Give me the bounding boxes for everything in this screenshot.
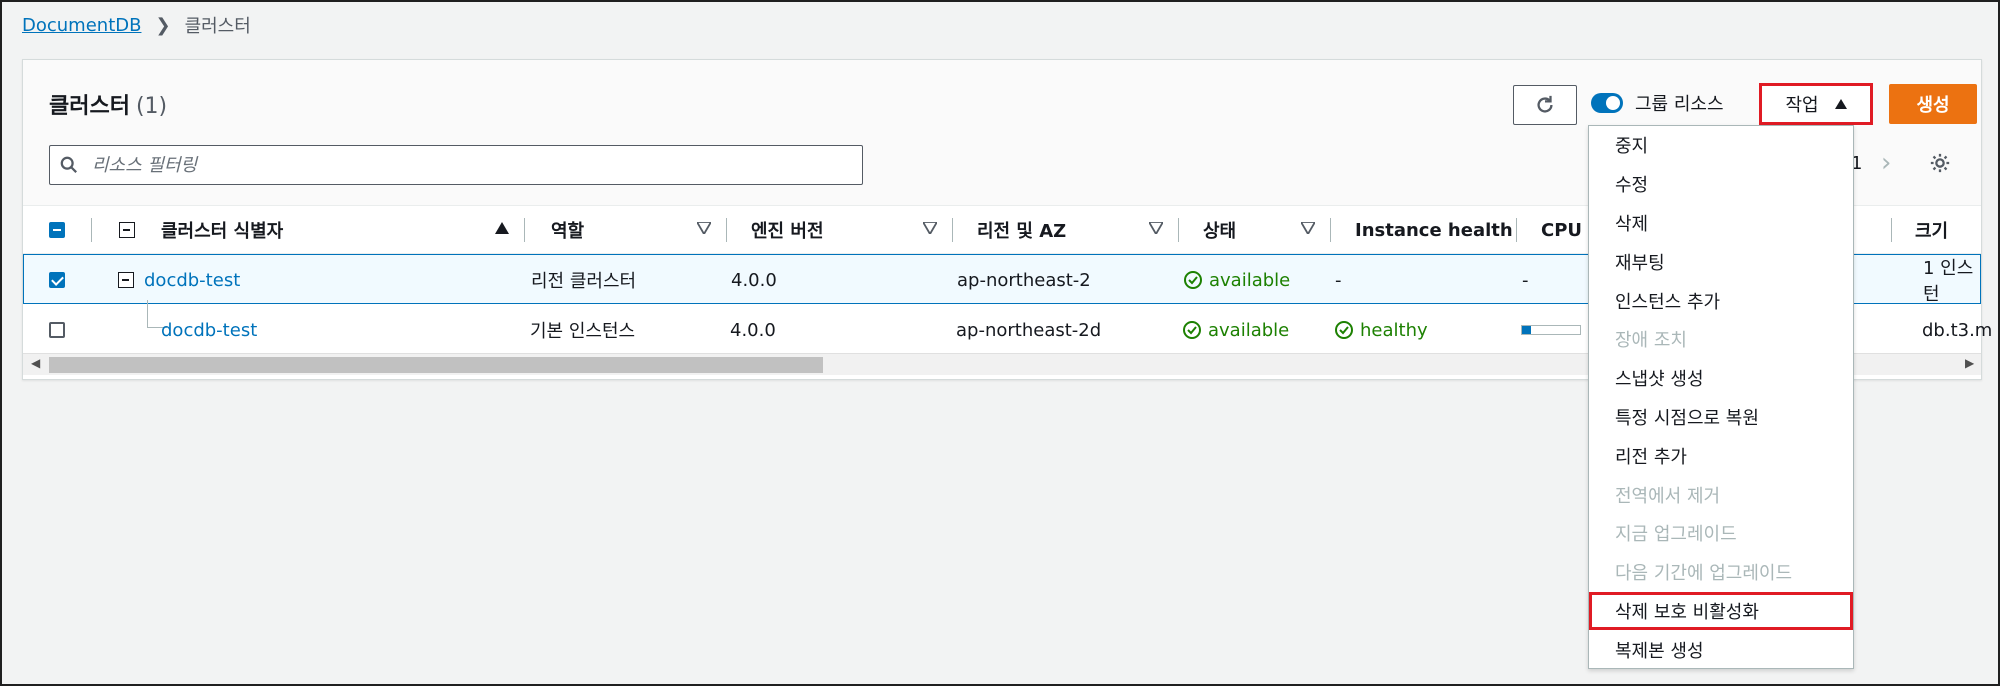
select-all-checkbox[interactable] — [49, 222, 65, 238]
title-count: (1) — [135, 94, 168, 119]
menu-item[interactable]: 리전 추가 — [1589, 436, 1853, 475]
cpu-cell: - — [1522, 269, 1529, 291]
col-engine-version[interactable]: 엔진 버전 — [727, 206, 953, 254]
status-text: available — [1208, 319, 1290, 341]
chevron-right-icon: ❯ — [155, 14, 171, 36]
actions-label: 작업 — [1785, 95, 1819, 116]
health-cell: - — [1335, 269, 1342, 291]
col-role-label: 역할 — [551, 221, 585, 242]
role-cell: 리전 클러스터 — [531, 271, 637, 292]
actions-menu: 중지 수정 삭제 재부팅 인스턴스 추가장애 조치스냅샷 생성 특정 시점으로 복원 리전 … — [1588, 125, 1854, 669]
filter-input[interactable] — [90, 153, 790, 177]
check-circle-icon — [1335, 321, 1353, 339]
col-cluster-id-label: 클러스터 식별자 — [161, 221, 284, 242]
row-select-cell — [49, 305, 65, 355]
scroll-right-icon[interactable]: ▶ — [1965, 356, 1974, 370]
status-text: available — [1209, 269, 1291, 291]
region-cell: ap-northeast-2 — [957, 269, 1091, 291]
col-divider-line — [1891, 218, 1892, 242]
instance-id-link[interactable]: docdb-test — [161, 305, 257, 355]
menu-item[interactable]: 중지 — [1589, 126, 1853, 165]
sort-icon — [697, 222, 711, 234]
col-region-label: 리전 및 AZ — [977, 221, 1067, 242]
menu-item: 다음 기간에 업그레이드 — [1615, 563, 1793, 585]
col-engine-label: 엔진 버전 — [751, 221, 824, 242]
col-health-label: Instance health — [1355, 219, 1513, 241]
sort-icon — [1301, 222, 1315, 234]
row-select-cell — [49, 255, 65, 305]
menu-item: 전역에서 제거 — [1615, 485, 1721, 507]
col-status[interactable]: 상태 — [1179, 206, 1331, 254]
cpu-cell — [1521, 305, 1581, 355]
caret-up-icon — [1834, 99, 1847, 109]
col-status-label: 상태 — [1203, 221, 1237, 242]
menu-item[interactable]: 복제본 생성 — [1589, 630, 1853, 669]
group-resources-label: 그룹 리소스 — [1635, 94, 1724, 115]
col-size[interactable]: 크기 — [1891, 206, 1983, 254]
menu-item[interactable]: 인스턴스 추가 — [1589, 281, 1853, 320]
region-cell: ap-northeast-2d — [956, 319, 1102, 341]
collapse-all-icon[interactable] — [119, 222, 135, 238]
title-text: 클러스터 — [49, 94, 130, 119]
sort-ascending-icon — [495, 222, 509, 234]
col-cluster-id[interactable]: 클러스터 식별자 — [93, 206, 525, 254]
actions-button[interactable]: 작업 — [1759, 83, 1873, 125]
row-checkbox[interactable] — [49, 272, 65, 288]
gear-icon[interactable] — [1929, 152, 1951, 174]
breadcrumb-documentdb-link[interactable]: DocumentDB — [22, 15, 141, 36]
size-cell: 1 인스턴 — [1923, 258, 1974, 305]
row-checkbox[interactable] — [49, 322, 65, 338]
size-cell: db.t3.m — [1922, 319, 1993, 341]
status-cell: available — [1183, 255, 1290, 305]
menu-item[interactable]: 삭제 — [1589, 204, 1853, 243]
sort-icon — [923, 222, 937, 234]
col-divider-line — [91, 218, 92, 242]
scroll-left-icon[interactable]: ◀ — [31, 356, 40, 370]
check-circle-icon — [1184, 271, 1202, 289]
select-all-cell — [49, 206, 89, 254]
row-expand-cell — [118, 255, 134, 305]
group-resources-toggle[interactable] — [1591, 93, 1623, 113]
group-resources-toggle-wrap: 그룹 리소스 — [1591, 90, 1724, 116]
col-role[interactable]: 역할 — [525, 206, 727, 254]
breadcrumb: DocumentDB ❯ 클러스터 — [22, 12, 251, 38]
page-title: 클러스터 (1) — [49, 88, 167, 120]
next-page-icon[interactable]: › — [1881, 148, 1891, 178]
refresh-icon — [1537, 95, 1553, 113]
health-cell: healthy — [1334, 305, 1428, 355]
menu-item: 지금 업그레이드 — [1615, 524, 1737, 546]
col-divider — [91, 206, 92, 254]
menu-item[interactable]: 수정 — [1589, 165, 1853, 204]
filter-box — [49, 145, 863, 185]
menu-item[interactable]: 스냅샷 생성 — [1589, 359, 1853, 398]
menu-item[interactable]: 특정 시점으로 복원 — [1589, 398, 1853, 437]
col-instance-health[interactable]: Instance health — [1331, 206, 1517, 254]
cpu-utilization-bar — [1521, 325, 1581, 335]
refresh-button[interactable] — [1513, 85, 1577, 125]
role-cell: 기본 인스턴스 — [530, 321, 636, 342]
engine-cell: 4.0.0 — [731, 269, 777, 291]
sort-icon — [1149, 222, 1163, 234]
menu-item[interactable]: 재부팅 — [1589, 242, 1853, 281]
breadcrumb-current: 클러스터 — [184, 16, 251, 37]
cluster-id-link[interactable]: docdb-test — [144, 255, 240, 305]
col-cpu-label: CPU — [1541, 219, 1583, 241]
create-button[interactable]: 생성 — [1889, 84, 1977, 124]
col-size-label: 크기 — [1915, 221, 1949, 242]
col-region-az[interactable]: 리전 및 AZ — [953, 206, 1179, 254]
menu-item: 장애 조치 — [1615, 330, 1687, 352]
engine-cell: 4.0.0 — [730, 319, 776, 341]
check-circle-icon — [1183, 321, 1201, 339]
scrollbar-thumb[interactable] — [49, 357, 823, 373]
search-icon — [60, 156, 77, 173]
health-text: healthy — [1360, 319, 1428, 341]
collapse-icon[interactable] — [118, 272, 134, 288]
menu-item[interactable]: 삭제 보호 비활성화 — [1589, 591, 1853, 631]
cpu-utilization-fill — [1522, 326, 1531, 334]
status-cell: available — [1182, 305, 1289, 355]
